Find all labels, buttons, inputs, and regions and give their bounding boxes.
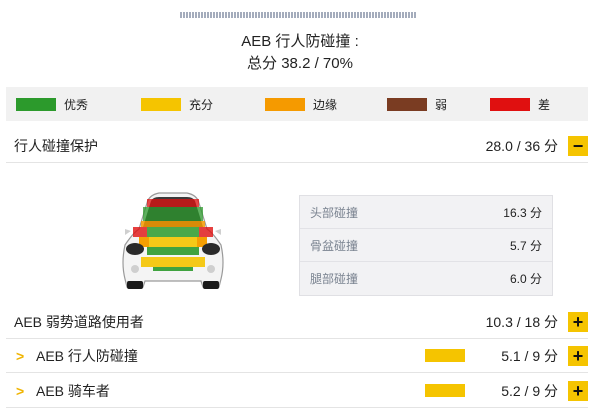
total-score: 总分 38.2 / 70% — [247, 55, 353, 72]
car-front-diagram — [122, 192, 224, 289]
legend-label: 弱 — [435, 97, 448, 112]
sub-item-score: 5.2 / 9 分 — [501, 382, 558, 399]
progress-strip — [180, 12, 417, 18]
section-aeb-vru[interactable]: AEB 弱势道路使用者 10.3 / 18 分 + — [6, 305, 588, 339]
expand-button[interactable]: + — [568, 311, 588, 332]
section-score: 28.0 / 36 分 — [485, 137, 558, 154]
bonnet-zone-adequate — [139, 237, 207, 247]
detail-label: 腿部碰撞 — [310, 272, 359, 286]
mirror-right — [215, 229, 221, 235]
detail-row-pelvis: 骨盆碰撞 5.7 分 — [300, 229, 552, 262]
detail-row-leg: 腿部碰撞 6.0 分 — [300, 262, 552, 295]
section-pedestrian-protection[interactable]: 行人碰撞保护 28.0 / 36 分 − — [6, 129, 588, 163]
chevron-right-icon[interactable]: > — [6, 348, 36, 364]
page-title: AEB 行人防碰撞 : — [241, 33, 359, 50]
head-zone-good — [143, 207, 203, 221]
detail-label: 头部碰撞 — [310, 205, 359, 220]
sub-item-score: 5.1 / 9 分 — [501, 347, 558, 364]
foglight-right — [207, 265, 215, 273]
expand-button[interactable]: + — [568, 380, 588, 401]
legend-item-weak: 弱 — [387, 96, 490, 113]
legend-swatch-good — [16, 97, 56, 111]
detail-row-head: 头部碰撞 16.3 分 — [300, 196, 552, 229]
section-score: 10.3 / 18 分 — [485, 313, 558, 330]
rating-bar-adequate — [425, 384, 466, 397]
tire-left — [127, 281, 143, 289]
head-zone-poor — [147, 199, 199, 207]
foglight-left — [131, 265, 139, 273]
pedestrian-details-table: 头部碰撞 16.3 分 骨盆碰撞 5.7 分 腿部碰撞 6.0 分 — [299, 195, 553, 296]
tire-right — [203, 281, 219, 289]
legend-item-poor: 差 — [490, 96, 550, 113]
legend-label: 边缘 — [313, 97, 338, 112]
header: AEB 行人防碰撞 : 总分 38.2 / 70% — [0, 32, 600, 75]
legend-label: 差 — [538, 97, 551, 112]
detail-value: 5.7 分 — [509, 238, 542, 253]
headlight-right — [202, 243, 220, 255]
legend-swatch-poor — [490, 97, 530, 111]
bonnet-zone-good — [147, 227, 199, 237]
detail-value: 6.0 分 — [509, 272, 542, 286]
legend-swatch-adequate — [141, 97, 181, 111]
leg-zone-adequate — [141, 257, 205, 267]
legend-item-adequate: 充分 — [141, 96, 265, 113]
legend-swatch-marginal — [265, 97, 305, 111]
mirror-left — [125, 229, 131, 235]
a-pillar-right-zone — [199, 227, 213, 237]
sub-item-label: AEB 行人防碰撞 — [36, 347, 138, 364]
rating-bar-adequate — [425, 349, 466, 362]
detail-value: 16.3 分 — [503, 205, 542, 220]
chevron-right-icon[interactable]: > — [6, 383, 36, 399]
legend-swatch-weak — [387, 97, 427, 111]
a-pillar-left-zone — [133, 227, 147, 237]
legend-label: 充分 — [189, 97, 214, 112]
legend-item-marginal: 边缘 — [265, 96, 387, 113]
detail-label: 骨盆碰撞 — [310, 238, 359, 253]
sub-item-aeb-pedestrian[interactable]: > AEB 行人防碰撞 5.1 / 9 分 + — [6, 339, 588, 373]
sub-item-label: AEB 骑车者 — [36, 382, 110, 399]
sub-item-aeb-cyclist[interactable]: > AEB 骑车者 5.2 / 9 分 + — [6, 374, 588, 408]
expand-button[interactable]: + — [568, 345, 588, 366]
section-label: AEB 弱势道路使用者 — [14, 313, 144, 330]
head-zone-marginal — [141, 221, 205, 227]
rating-legend: 优秀 充分 边缘 弱 差 — [6, 87, 588, 121]
lower-leg-zone — [153, 267, 193, 271]
pelvis-zone-good — [147, 247, 199, 255]
collapse-button[interactable]: − — [568, 135, 588, 156]
legend-item-good: 优秀 — [16, 96, 141, 113]
headlight-left — [126, 243, 144, 255]
section-label: 行人碰撞保护 — [14, 137, 98, 154]
legend-label: 优秀 — [64, 97, 89, 112]
